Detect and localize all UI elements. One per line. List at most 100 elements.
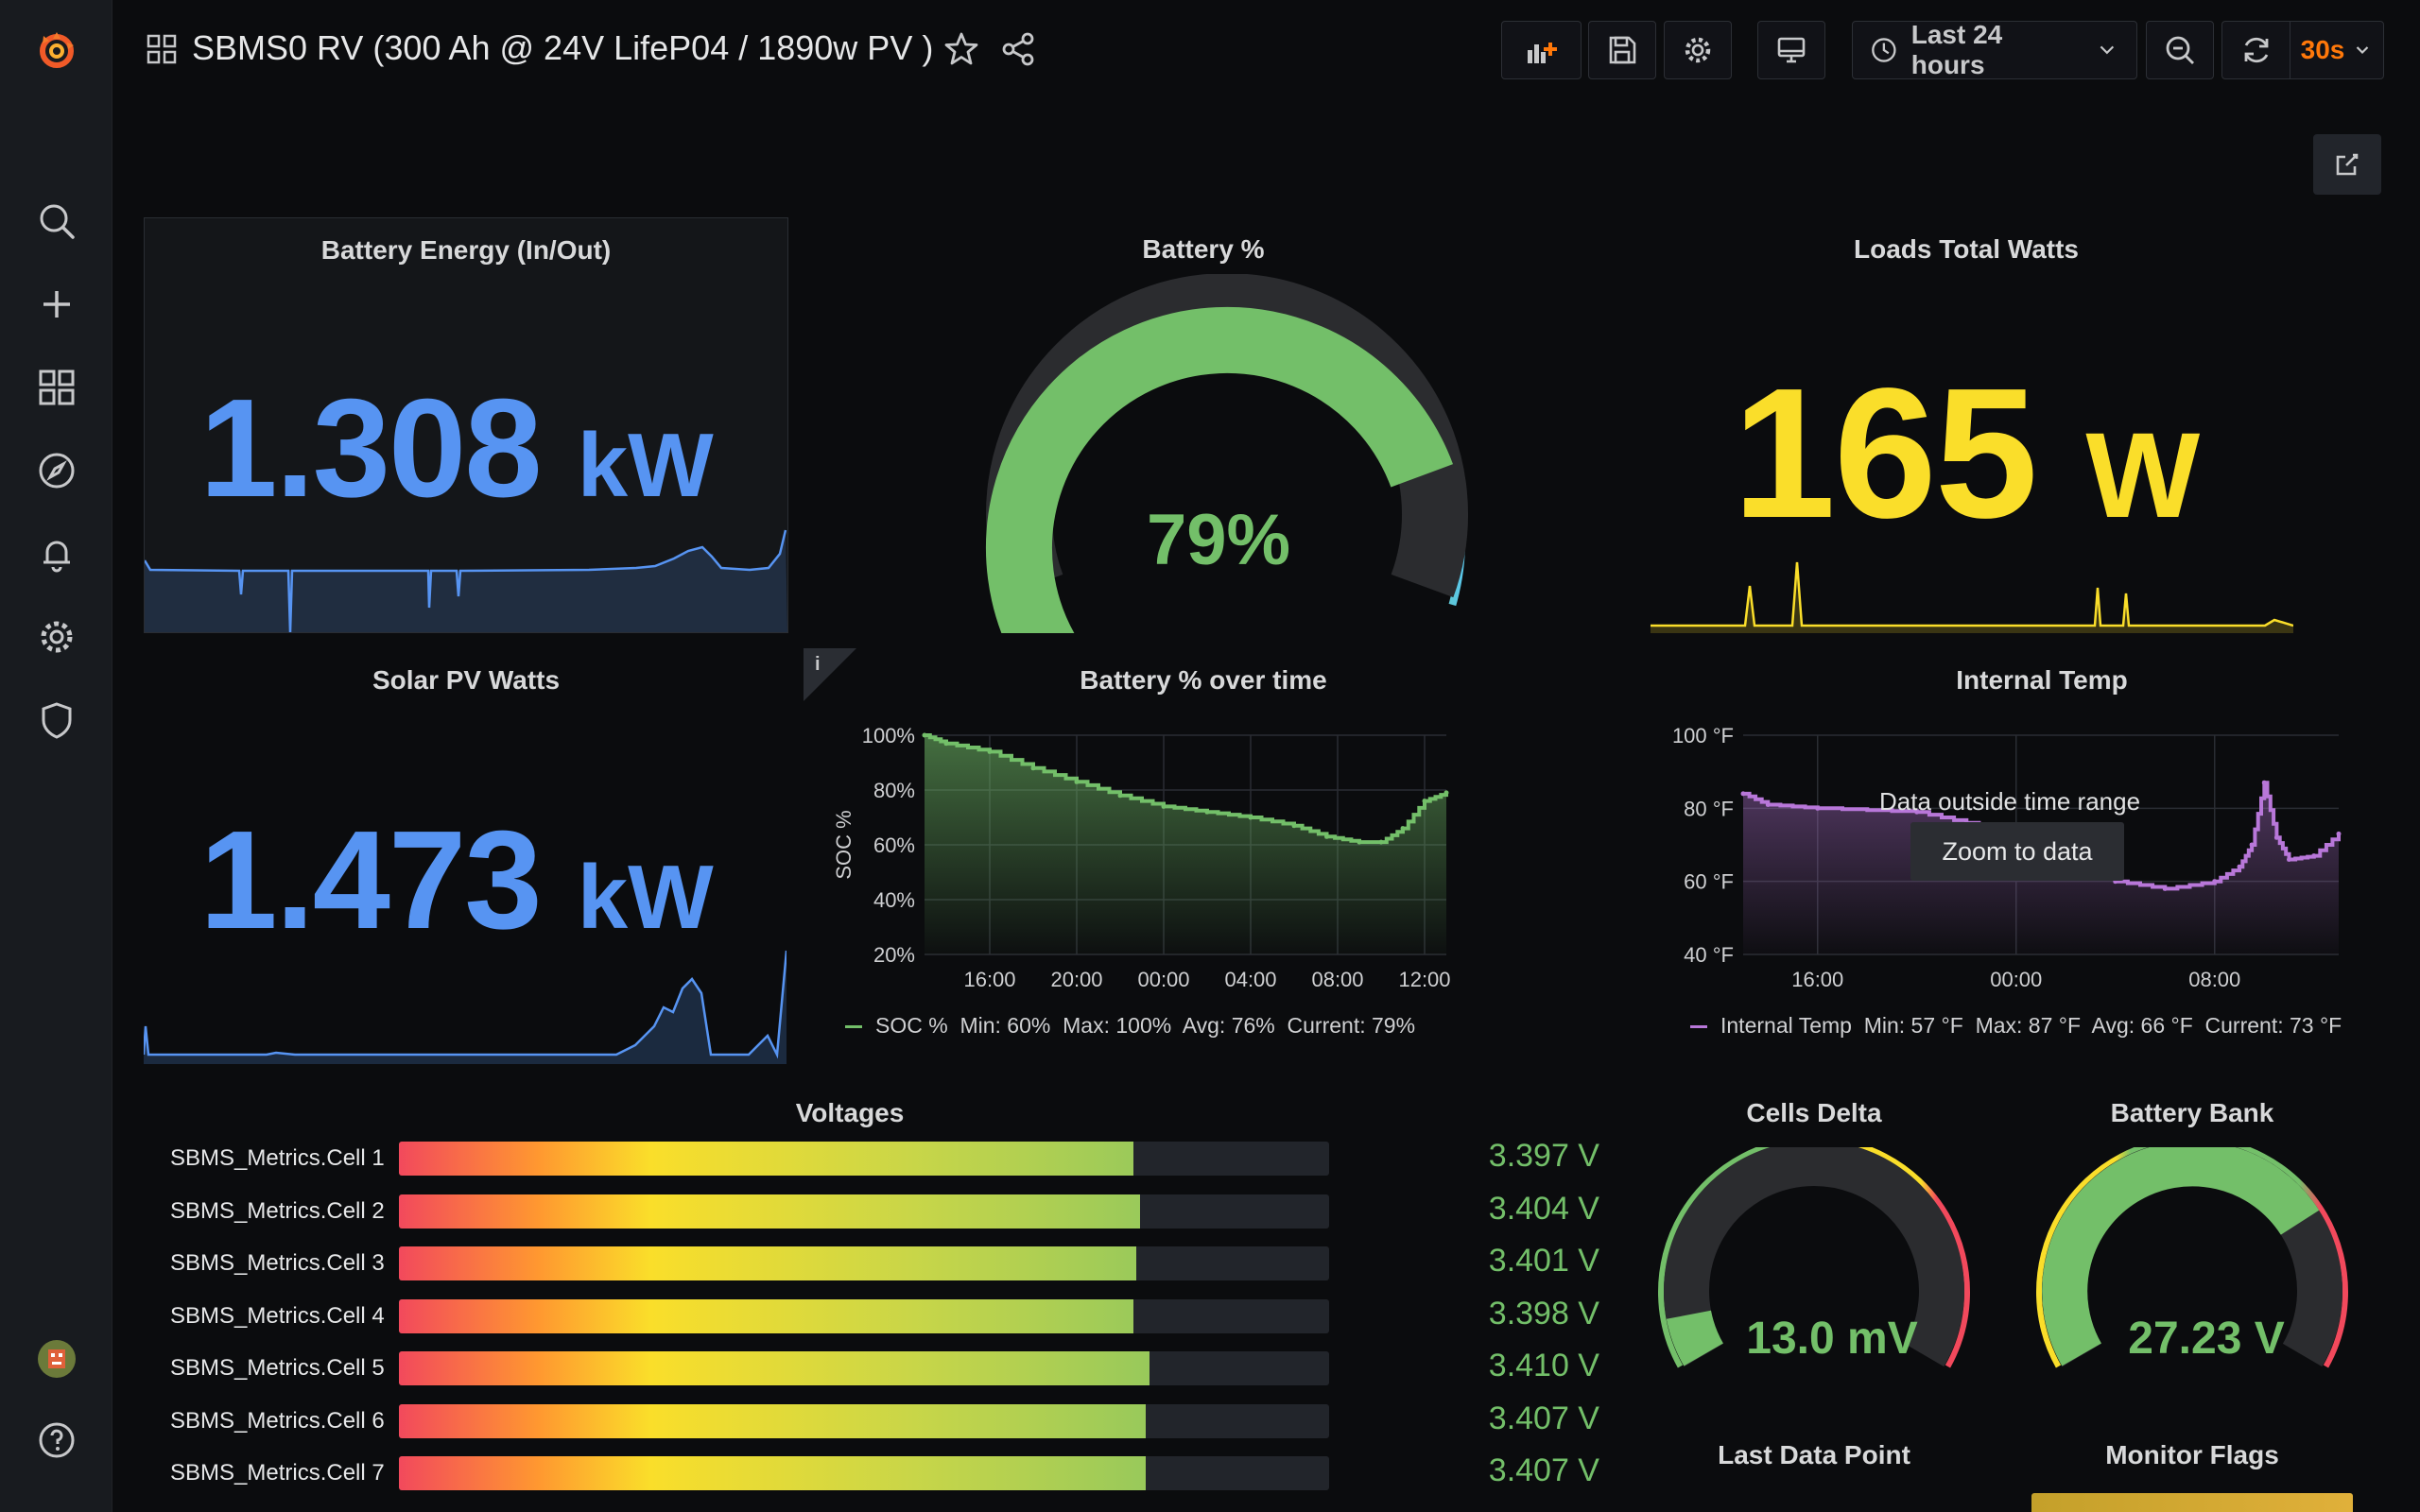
series-point [2261, 780, 2267, 785]
cell-bar-fill [399, 1246, 1137, 1280]
search-icon[interactable] [30, 195, 83, 248]
refresh-interval-label: 30s [2300, 35, 2345, 64]
y-tick-label: 40% [873, 888, 915, 912]
cell-label: SBMS_Metrics.Cell 6 [170, 1407, 385, 1434]
settings-icon[interactable] [30, 610, 83, 663]
help-icon[interactable] [30, 1414, 83, 1467]
x-tick-label: 04:00 [1224, 968, 1276, 991]
avatar[interactable] [30, 1332, 83, 1385]
gauge: 27.23 V [2036, 1147, 2348, 1368]
panel-cells-delta[interactable]: Cells Delta 13.0 mV [1645, 1081, 1983, 1402]
panel-battery-energy[interactable]: Battery Energy (In/Out) 1.308 kW [144, 217, 788, 633]
series-point [1248, 815, 1253, 820]
time-range-picker[interactable]: Last 24 hours [1852, 20, 2137, 79]
y-tick-label: 20% [873, 943, 915, 967]
series-point [943, 741, 949, 747]
legend-series-name: Internal Temp [1720, 1013, 1852, 1038]
gauge: 79% [986, 274, 1468, 633]
series-point [2212, 879, 2218, 885]
zoom-to-data-button[interactable]: Zoom to data [1910, 822, 2124, 881]
series-point [1204, 809, 1210, 815]
zoom-out-icon [2166, 36, 2194, 64]
explore-icon[interactable] [30, 444, 83, 497]
series-point [922, 732, 927, 738]
series-point [1765, 802, 1771, 807]
panel-loads-total[interactable]: Loads Total Watts 165 W [1645, 217, 2293, 633]
gauge-value [986, 306, 1453, 633]
cell-bar-track [399, 1403, 1329, 1438]
dashboard-title[interactable]: SBMS0 RV (300 Ah @ 24V LifeP04 / 1890w P… [192, 28, 933, 68]
dashboard-settings-button[interactable] [1664, 21, 1732, 79]
legend-min: Min: 60% [959, 1013, 1051, 1038]
series-point [1378, 839, 1384, 845]
monitor-icon [1777, 37, 1806, 63]
panel-title: Battery Energy (In/Out) [320, 235, 612, 265]
dashboards-icon[interactable] [30, 361, 83, 414]
cell-label: SBMS_Metrics.Cell 5 [170, 1355, 385, 1381]
panel-title: Cells Delta [1746, 1098, 1882, 1127]
grafana-logo-icon[interactable] [30, 25, 83, 77]
refresh-button[interactable] [2221, 21, 2290, 79]
zoom-out-button[interactable] [2146, 21, 2214, 79]
y-tick-label: 100 °F [1672, 724, 1734, 747]
cell-value: 3.398 V [1488, 1295, 1599, 1332]
panel-last-data-point[interactable]: Last Data Point [1645, 1423, 1983, 1512]
panel-battery-over-time[interactable]: i Battery % over time 100% 80% 60% 40% 20% 16… [804, 648, 1603, 1064]
cell-value: 3.410 V [1488, 1348, 1599, 1383]
panel-title: Loads Total Watts [1854, 234, 2079, 264]
data-outside-range-message: Data outside time range [1879, 787, 2141, 816]
panel-solar-pv[interactable]: Solar PV Watts 1.473 kW [144, 648, 788, 1064]
cell-bar-fill [399, 1298, 1134, 1333]
y-axis-label: SOC % [832, 810, 856, 879]
save-dashboard-button[interactable] [1588, 21, 1656, 79]
shield-icon[interactable] [30, 694, 83, 747]
gauge-value [1666, 1310, 1724, 1366]
series-point [1074, 779, 1080, 784]
gauge-value-text: 27.23 V [2128, 1314, 2284, 1364]
save-icon [1609, 36, 1636, 64]
x-tick-label: 16:00 [963, 968, 1015, 991]
series-point [2311, 853, 2317, 859]
x-tick-label: 08:00 [1311, 968, 1363, 991]
share-icon[interactable] [999, 30, 1037, 68]
star-icon[interactable] [942, 30, 980, 68]
series-point [1422, 799, 1427, 804]
cycle-view-mode-button[interactable] [1757, 21, 1825, 79]
sparkline [1651, 561, 2293, 633]
panel-monitor-flags[interactable]: Monitor Flags [2023, 1423, 2361, 1512]
legend-min: Min: 57 °F [1863, 1013, 1963, 1038]
gear-icon [1685, 37, 1711, 63]
cell-bar-fill [399, 1142, 1134, 1176]
dashboard-grid-icon [147, 34, 177, 64]
series-point [1161, 803, 1167, 809]
panel-battery-percent[interactable]: Battery % 79% [804, 217, 1603, 633]
cell-value: 3.407 V [1488, 1400, 1599, 1436]
series-point [1324, 833, 1329, 839]
time-range-label: Last 24 hours [1910, 20, 2003, 79]
dashboard-navbar: SBMS0 RV (300 Ah @ 24V LifeP04 / 1890w P… [112, 0, 2420, 104]
chart-legend[interactable]: SOC % Min: 60% Max: 100% Avg: 76% Curren… [845, 1013, 1415, 1039]
cell-label: SBMS_Metrics.Cell 3 [170, 1250, 385, 1276]
x-tick-label: 16:00 [1791, 968, 1843, 991]
series-point [987, 748, 993, 754]
flag-bar [2031, 1493, 2353, 1512]
chevron-down-icon [2357, 46, 2369, 54]
cell-bar-track [399, 1246, 1329, 1280]
panel-title: Last Data Point [1718, 1440, 1910, 1469]
y-tick-label: 60 °F [1684, 870, 1734, 894]
add-panel-button[interactable] [1501, 21, 1582, 79]
alerting-icon[interactable] [30, 527, 83, 580]
external-link-icon [2336, 153, 2359, 176]
y-tick-label: 40 °F [1684, 943, 1734, 967]
cell-bar-track [399, 1194, 1329, 1228]
series-point [2162, 885, 2168, 891]
series-point [2237, 864, 2242, 869]
legend-max: Max: 100% [1063, 1013, 1172, 1038]
refresh-interval-picker[interactable]: 30s [2290, 21, 2384, 79]
panel-internal-temp[interactable]: Internal Temp 100 °F 80 °F 60 °F 40 °F 16:00… [1645, 648, 2363, 1064]
view-panel-button[interactable] [2313, 134, 2381, 195]
panel-title: Battery Bank [2110, 1098, 2274, 1127]
panel-battery-bank[interactable]: Battery Bank 27.23 V [2023, 1081, 2361, 1402]
plus-icon[interactable] [30, 278, 83, 331]
chart-legend[interactable]: Internal Temp Min: 57 °F Max: 87 °F Avg:… [1690, 1013, 2342, 1039]
